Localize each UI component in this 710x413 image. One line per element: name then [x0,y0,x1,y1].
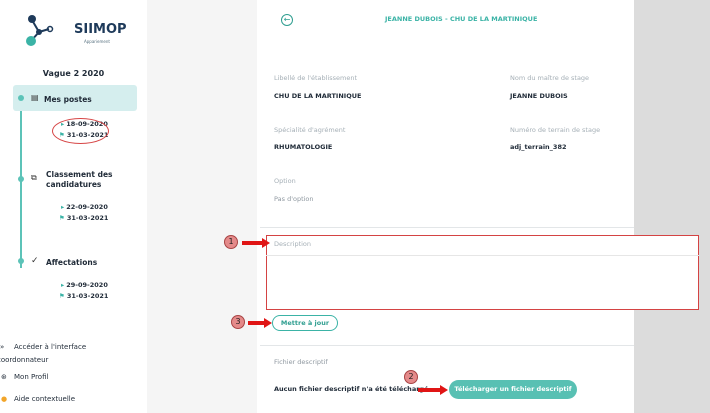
sidebar: SIIMOP Appariement Vague 2 2020 ▤ Mes po… [0,0,147,413]
terrain-label: Numéro de terrain de stage [510,126,601,134]
coordinator-interface-link[interactable]: Accéder à l'interface [14,343,86,351]
specialite-value: RHUMATOLOGIE [274,143,333,151]
end-date: ⚑ 31-03-2021 [59,214,108,222]
description-label: Description [274,240,312,248]
vague-title: Vague 2 2020 [42,69,105,78]
timeline-dot [18,176,24,182]
description-textarea[interactable] [266,235,699,310]
start-date: ▸ 22-09-2020 [61,203,108,211]
timeline-dot [18,95,24,101]
annotation-arrow-right-icon [418,385,448,395]
contextual-help-link[interactable]: Aide contextuelle [14,395,75,403]
annotation-badge-3: 3 [231,315,245,329]
specialite-label: Spécialité d'agrément [274,126,346,134]
play-icon: ▸ [61,281,65,289]
document-icon: ▤ [31,93,39,102]
maitre-value: JEANNE DUBOIS [510,92,568,100]
logo-text: SIIMOP [74,22,127,37]
divider [260,227,634,228]
profile-icon: ⊛ [1,373,7,381]
highlight-oval [52,118,109,144]
sidebar-item-classement-line2[interactable]: candidatures [46,180,101,189]
coordinator-interface-link-line2[interactable]: coordonnateur [0,356,48,364]
flag-icon: ⚑ [59,214,65,222]
option-value: Pas d'option [274,195,314,203]
my-profile-link[interactable]: Mon Profil [14,373,48,381]
start-date: ▸ 29-09-2020 [61,281,108,289]
timeline-dot [18,258,24,264]
main-area [147,0,634,413]
detail-card [257,0,634,413]
interface-arrows-icon: » [0,343,5,351]
molecule-logo-icon [26,15,54,46]
update-button[interactable]: Mettre à jour [272,315,338,331]
divider [260,345,634,346]
timeline-line [20,96,22,268]
start-date-value: 22-09-2020 [66,203,108,211]
start-date-value: 29-09-2020 [66,281,108,289]
siimop-logo[interactable]: SIIMOP Appariement [22,12,132,48]
upload-file-button[interactable]: Télécharger un fichier descriptif [449,380,577,399]
end-date-value: 31-03-2021 [66,214,109,222]
fichier-label: Fichier descriptif [274,358,328,366]
end-date-value: 31-03-2021 [66,292,109,300]
page-title: JEANNE DUBOIS - CHU DE LA MARTINIQUE [385,15,538,23]
etablissement-label: Libellé de l'établissement [274,74,358,82]
annotation-badge-1: 1 [224,235,238,249]
sidebar-item-affectations[interactable]: Affectations [46,258,97,267]
back-arrow-icon[interactable]: ← [281,14,293,26]
logo-subtitle: Appariement [84,39,110,44]
right-gutter [634,0,710,413]
fichier-value: Aucun fichier descriptif n'a été télécha… [274,385,429,393]
terrain-value: adj_terrain_382 [510,143,567,151]
annotation-badge-2: 2 [404,370,418,384]
maitre-label: Nom du maître de stage [510,74,590,82]
textarea-separator [266,255,699,256]
play-icon: ▸ [61,203,65,211]
sidebar-item-label[interactable]: Mes postes [44,95,92,104]
copy-icon: ⧉ [31,173,37,182]
flag-icon: ⚑ [59,292,65,300]
option-label: Option [274,177,296,185]
lightbulb-icon: ● [1,395,8,403]
etablissement-value: CHU DE LA MARTINIQUE [274,92,362,100]
check-circle-icon: ✓ [31,256,39,266]
end-date: ⚑ 31-03-2021 [59,292,108,300]
sidebar-item-classement[interactable]: Classement des [46,170,113,179]
annotation-arrow-right-icon [248,318,272,328]
annotation-arrow-right-icon [242,238,270,248]
